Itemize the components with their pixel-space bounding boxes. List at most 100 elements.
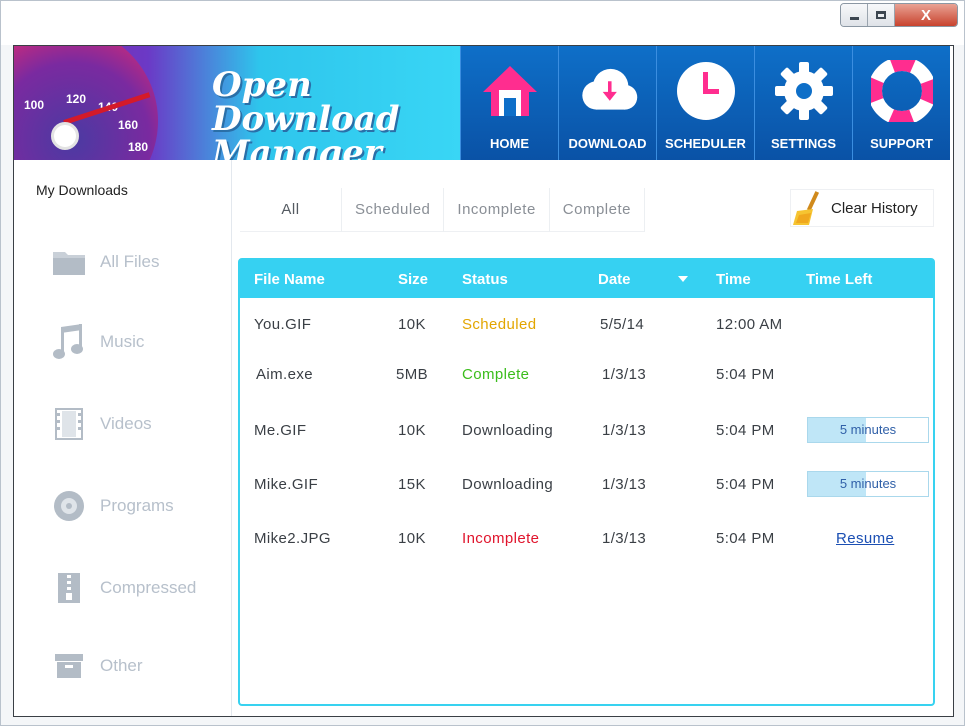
gauge-number: 100 <box>24 98 45 112</box>
column-header-file-name[interactable]: File Name <box>254 271 325 288</box>
minimize-button[interactable] <box>841 4 868 26</box>
time-left-text: 5 minutes <box>839 476 897 491</box>
column-header-status[interactable]: Status <box>462 271 508 288</box>
folder-icon <box>52 245 86 279</box>
sidebar-item-label: Music <box>100 332 145 351</box>
gauge-number: 160 <box>118 118 139 132</box>
box-icon <box>52 649 86 683</box>
cell-date: 1/3/13 <box>602 530 647 547</box>
gauge-hub <box>51 122 79 150</box>
table-row[interactable]: Aim.exe 5MB Complete 1/3/13 5:04 PM <box>240 356 933 396</box>
table-row[interactable]: Mike2.JPG 10K Incomplete 1/3/13 5:04 PM … <box>240 520 933 560</box>
nav-support[interactable]: SUPPORT <box>852 46 950 160</box>
download-progress-bar: 5 minutes <box>807 417 929 443</box>
nav-scheduler[interactable]: SCHEDULER <box>656 46 754 160</box>
cell-file-name: Mike.GIF <box>254 476 319 493</box>
gauge-number: 180 <box>128 140 149 154</box>
film-icon <box>52 407 86 441</box>
sidebar-item-label: Programs <box>100 496 174 515</box>
nav-download-label: DOWNLOAD <box>568 136 647 151</box>
nav-scheduler-label: SCHEDULER <box>665 136 746 151</box>
home-icon <box>479 60 541 122</box>
sidebar-item-all-files[interactable]: All Files <box>52 242 160 282</box>
sidebar-item-compressed[interactable]: Compressed <box>52 568 196 608</box>
cell-date: 1/3/13 <box>602 422 647 439</box>
column-header-date[interactable]: Date <box>598 271 631 288</box>
music-note-icon <box>52 324 86 359</box>
clear-history-label: Clear History <box>831 199 918 217</box>
sidebar-item-label: Other <box>100 656 143 675</box>
table-row[interactable]: Mike.GIF 15K Downloading 1/3/13 5:04 PM … <box>240 466 933 506</box>
tab-complete[interactable]: Complete <box>550 188 645 232</box>
cell-size: 5MB <box>396 366 429 383</box>
sidebar-item-label: Videos <box>100 414 152 433</box>
nav-settings-label: SETTINGS <box>770 136 836 151</box>
column-header-time[interactable]: Time <box>716 271 751 288</box>
nav-home[interactable]: HOME <box>460 46 558 160</box>
downloads-table: File Name Size Status Date Time Time Lef… <box>238 258 935 706</box>
speedometer-graphic: 100 120 140 160 180 200 <box>14 46 158 160</box>
broom-icon <box>791 189 827 227</box>
nav-home-label: HOME <box>490 136 529 151</box>
cell-time: 5:04 PM <box>716 476 775 493</box>
cell-size: 10K <box>398 316 426 333</box>
tab-all[interactable]: All <box>240 188 342 232</box>
header: 100 120 140 160 180 200 Open Download Ma… <box>14 46 953 160</box>
column-header-time-left[interactable]: Time Left <box>806 271 872 288</box>
cell-status: Downloading <box>462 476 554 493</box>
app-content: 100 120 140 160 180 200 Open Download Ma… <box>13 45 954 717</box>
sort-desc-icon[interactable] <box>678 276 688 282</box>
cell-size: 10K <box>398 422 426 439</box>
table-row[interactable]: Me.GIF 10K Downloading 1/3/13 5:04 PM 5 … <box>240 412 933 452</box>
zip-file-icon <box>52 571 86 605</box>
brand-banner: 100 120 140 160 180 200 Open Download Ma… <box>14 46 460 160</box>
sidebar-item-label: All Files <box>100 252 160 271</box>
sidebar-heading: My Downloads <box>36 182 128 198</box>
sidebar: My Downloads All Files Music Videos Prog… <box>14 160 232 716</box>
maximize-icon <box>876 11 886 19</box>
table-row[interactable]: You.GIF 10K Scheduled 5/5/14 12:00 AM <box>240 306 933 346</box>
maximize-button[interactable] <box>868 4 895 26</box>
sidebar-item-videos[interactable]: Videos <box>52 404 152 444</box>
minimize-icon <box>849 16 859 20</box>
close-icon: X <box>920 6 931 24</box>
nav-settings[interactable]: SETTINGS <box>754 46 852 160</box>
cell-time: 5:04 PM <box>716 530 775 547</box>
cell-status: Complete <box>462 366 530 383</box>
disc-icon <box>52 489 86 523</box>
gear-icon <box>773 60 835 122</box>
app-window: X 100 120 140 160 180 200 Open Download … <box>0 0 965 726</box>
table-header: File Name Size Status Date Time Time Lef… <box>240 260 933 298</box>
download-progress-bar: 5 minutes <box>807 471 929 497</box>
column-header-size[interactable]: Size <box>398 271 428 288</box>
cell-status: Scheduled <box>462 316 537 333</box>
nav-download[interactable]: DOWNLOAD <box>558 46 656 160</box>
window-controls: X <box>840 3 958 27</box>
cell-date: 1/3/13 <box>602 476 647 493</box>
app-title-line1: Open Download <box>212 65 400 139</box>
cell-status: Downloading <box>462 422 554 439</box>
close-button[interactable]: X <box>895 4 957 26</box>
time-left-text: 5 minutes <box>839 422 897 437</box>
nav-support-label: SUPPORT <box>870 136 933 151</box>
resume-link[interactable]: Resume <box>836 530 894 547</box>
tab-incomplete[interactable]: Incomplete <box>444 188 550 232</box>
filter-tabs: All Scheduled Incomplete Complete <box>240 188 645 232</box>
gauge-number: 120 <box>66 92 87 106</box>
sidebar-item-other[interactable]: Other <box>52 646 143 686</box>
cell-date: 5/5/14 <box>600 316 645 333</box>
clear-history-button[interactable]: Clear History <box>790 189 934 227</box>
sidebar-item-music[interactable]: Music <box>52 322 144 362</box>
cell-time: 12:00 AM <box>716 316 783 333</box>
cloud-download-icon <box>577 60 639 122</box>
lifebuoy-icon <box>870 60 933 122</box>
cell-file-name: Aim.exe <box>256 366 313 383</box>
cell-file-name: Me.GIF <box>254 422 307 439</box>
cell-date: 1/3/13 <box>602 366 647 383</box>
title-bar: X <box>1 1 964 45</box>
sidebar-item-programs[interactable]: Programs <box>52 486 174 526</box>
app-title: Open Download Manager <box>212 68 460 160</box>
tab-scheduled[interactable]: Scheduled <box>342 188 445 232</box>
sidebar-item-label: Compressed <box>100 578 197 597</box>
cell-file-name: You.GIF <box>254 316 312 333</box>
